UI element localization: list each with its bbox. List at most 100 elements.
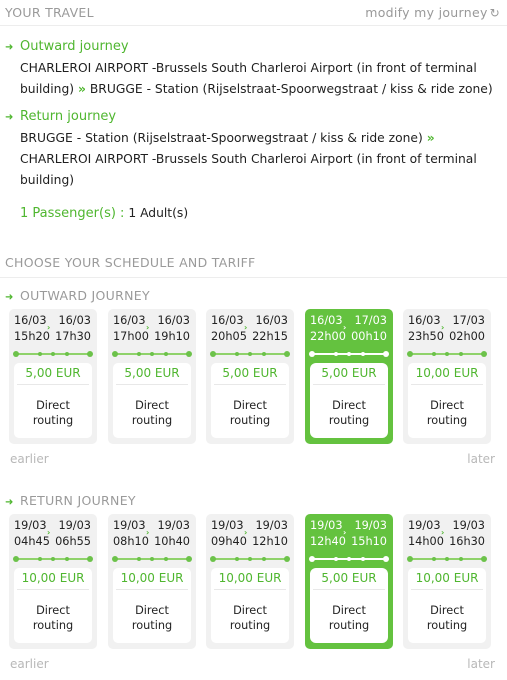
routing-line-2: routing — [131, 414, 173, 427]
timeline-dot — [347, 352, 352, 356]
tariff-box: 10,00 EUR Direct routing — [211, 568, 289, 643]
arrival-dot — [87, 351, 93, 357]
outward-schedule-card[interactable]: 16/03 16/03 20h05 22h15 › 5,00 EUR Direct routi… — [206, 309, 294, 444]
departure-dot — [210, 556, 216, 562]
return-origin: BRUGGE - Station (Rijselstraat-Spoorwegs… — [20, 131, 423, 145]
schedule-times: 16/03 17/03 22h00 00h10 — [310, 313, 389, 345]
return-journey-label: ➜ RETURN JOURNEY — [5, 493, 136, 508]
arrival-date: 19/03 — [157, 519, 190, 532]
arrival-date: 16/03 — [157, 314, 190, 327]
outward-journey-label-text: OUTWARD JOURNEY — [20, 288, 150, 303]
arrival-dot — [186, 556, 192, 562]
schedule-times: 16/03 16/03 20h05 22h15 — [211, 313, 290, 345]
route-timeline — [210, 351, 290, 357]
return-earlier-link[interactable]: earlier — [10, 657, 49, 671]
chevron-right-icon: › — [441, 323, 445, 332]
outward-schedule-card[interactable]: 16/03 16/03 17h00 19h10 › 5,00 EUR Direct routi… — [108, 309, 196, 444]
timeline-dot — [431, 352, 436, 356]
departure-date: 16/03 — [113, 314, 146, 327]
chevron-right-icon: › — [47, 323, 51, 332]
chevron-right-icon: › — [146, 323, 150, 332]
timeline-dot — [333, 557, 338, 561]
departure-time: 22h00 — [310, 330, 346, 343]
arrival-dot — [284, 351, 290, 357]
arrival-date: 19/03 — [354, 519, 387, 532]
outward-later-link[interactable]: later — [467, 452, 495, 466]
departure-dot — [309, 556, 315, 562]
outward-schedule-card[interactable]: 16/03 17/03 22h00 00h10 › 5,00 EUR Direct routi… — [305, 309, 393, 444]
routing-line-2: routing — [229, 619, 271, 632]
passengers-label: 1 Passenger(s) : — [20, 206, 125, 221]
outward-earlier-link[interactable]: earlier — [10, 452, 49, 466]
return-schedule-card[interactable]: 19/03 19/03 14h00 16h30 › 10,00 EUR Direct rout… — [403, 514, 491, 649]
route-timeline — [309, 351, 389, 357]
return-schedule-card[interactable]: 19/03 19/03 08h10 10h40 › 10,00 EUR Direct rout… — [108, 514, 196, 649]
outward-schedule-card[interactable]: 16/03 16/03 15h20 17h30 › 5,00 EUR Direct routi… — [9, 309, 97, 444]
price: 5,00 EUR — [25, 366, 81, 380]
routing-line-2: routing — [328, 619, 370, 632]
timeline-dot — [65, 557, 70, 561]
modify-journey-label: modify my journey — [365, 5, 488, 20]
timeline-dot — [234, 352, 239, 356]
schedule-times: 19/03 19/03 09h40 12h10 — [211, 518, 290, 550]
outward-schedule-card[interactable]: 16/03 17/03 23h50 02h00 › 10,00 EUR Direct rout… — [403, 309, 491, 444]
route-timeline — [112, 351, 192, 357]
routing-type: Direct routing — [408, 398, 486, 428]
timeline-dot — [65, 352, 70, 356]
arrival-time: 16h30 — [449, 535, 485, 548]
routing-line-2: routing — [426, 414, 468, 427]
price: 10,00 EUR — [218, 571, 282, 585]
timeline-dot — [459, 557, 464, 561]
your-travel-header: YOUR TRAVEL modify my journey ↻ — [0, 0, 507, 26]
divider — [214, 384, 286, 385]
divider — [0, 25, 507, 26]
routing-type: Direct routing — [14, 603, 92, 633]
routing-line-2: routing — [32, 619, 74, 632]
timeline-dot — [347, 557, 352, 561]
your-travel-title: YOUR TRAVEL — [5, 5, 94, 20]
timeline-dot — [136, 557, 141, 561]
schedule-times: 19/03 19/03 14h00 16h30 — [408, 518, 487, 550]
route-timeline — [407, 351, 487, 357]
departure-date: 19/03 — [14, 519, 47, 532]
arrival-date: 19/03 — [255, 519, 288, 532]
route-timeline — [309, 556, 389, 562]
schedule-title: CHOOSE YOUR SCHEDULE AND TARIFF — [5, 255, 256, 270]
routing-line-2: routing — [229, 414, 271, 427]
departure-date: 19/03 — [211, 519, 244, 532]
route-timeline — [13, 556, 93, 562]
arrival-date: 16/03 — [255, 314, 288, 327]
timeline-dot — [445, 557, 450, 561]
schedule-times: 19/03 19/03 04h45 06h55 — [14, 518, 93, 550]
departure-date: 19/03 — [113, 519, 146, 532]
routing-line-2: routing — [131, 619, 173, 632]
schedule-times: 19/03 19/03 08h10 10h40 — [113, 518, 192, 550]
return-schedule-card[interactable]: 19/03 19/03 12h40 15h10 › 5,00 EUR Direct routi… — [305, 514, 393, 649]
modify-journey-link[interactable]: modify my journey ↻ — [365, 5, 500, 20]
return-schedule-card[interactable]: 19/03 19/03 09h40 12h10 › 10,00 EUR Direct rout… — [206, 514, 294, 649]
return-schedule-card[interactable]: 19/03 19/03 04h45 06h55 › 10,00 EUR Direct rout… — [9, 514, 97, 649]
schedule-header: CHOOSE YOUR SCHEDULE AND TARIFF — [0, 250, 507, 280]
routing-type: Direct routing — [408, 603, 486, 633]
routing-line-1: Direct — [430, 604, 464, 617]
routing-type: Direct routing — [211, 398, 289, 428]
routing-line-1: Direct — [36, 399, 70, 412]
route-timeline — [407, 556, 487, 562]
timeline-dot — [37, 352, 42, 356]
route-separator: » — [77, 82, 86, 96]
timeline-dot — [333, 352, 338, 356]
return-later-link[interactable]: later — [467, 657, 495, 671]
arrival-dot — [383, 556, 389, 562]
tariff-box: 10,00 EUR Direct routing — [408, 363, 486, 438]
routing-line-1: Direct — [233, 399, 267, 412]
timeline-dot — [51, 557, 56, 561]
price: 10,00 EUR — [21, 571, 85, 585]
timeline-dot — [150, 557, 155, 561]
timeline-dot — [445, 352, 450, 356]
departure-time: 15h20 — [14, 330, 50, 343]
routing-line-2: routing — [32, 414, 74, 427]
routing-line-1: Direct — [430, 399, 464, 412]
arrival-date: 17/03 — [452, 314, 485, 327]
timeline-dot — [262, 352, 267, 356]
timeline-dot — [248, 557, 253, 561]
